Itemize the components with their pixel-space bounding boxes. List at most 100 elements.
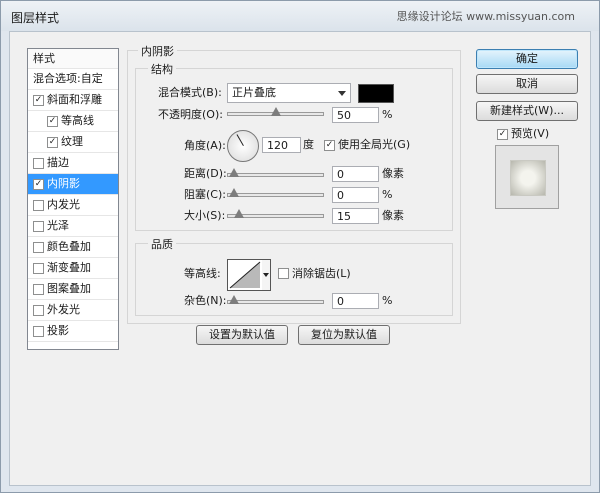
style-item-label: 光泽 [47,219,69,232]
reset-default-button[interactable]: 复位为默认值 [298,325,390,345]
antialias-label[interactable]: 消除锯齿(L) [292,265,351,283]
style-item-checkbox[interactable] [33,221,44,232]
style-item-checkbox[interactable] [33,305,44,316]
style-item-checkbox[interactable] [33,326,44,337]
style-item-checkbox[interactable] [33,200,44,211]
make-default-button[interactable]: 设置为默认值 [196,325,288,345]
style-item-label: 外发光 [47,303,80,316]
distance-slider-thumb[interactable] [229,168,239,177]
style-item[interactable]: 图案叠加 [28,279,118,300]
chevron-down-icon [263,273,269,277]
styles-list: 样式 混合选项:自定 ✓ 斜面和浮雕 ✓ 等高线 ✓ 纹理 描边 ✓ 内阴影 内发光 光泽 颜色叠加 渐变… [27,48,119,350]
style-item[interactable]: 描边 [28,153,118,174]
distance-unit: 像素 [382,167,404,180]
angle-needle [236,134,244,146]
choke-unit: % [382,188,393,201]
contour-picker[interactable] [227,259,263,291]
style-item[interactable]: 颜色叠加 [28,237,118,258]
size-unit: 像素 [382,209,404,222]
antialias-checkbox[interactable] [278,268,289,279]
preview-checkbox[interactable]: ✓ [497,129,508,140]
ok-button[interactable]: 确定 [476,49,578,69]
style-item[interactable]: 光泽 [28,216,118,237]
distance-input[interactable]: 0 [332,166,379,182]
blend-mode-label: 混合模式(B): [158,86,222,99]
opacity-input[interactable]: 50 [332,107,379,123]
preview-swatch [510,160,546,196]
opacity-unit: % [382,108,393,121]
inner-shadow-title: 内阴影 [138,43,177,59]
noise-unit: % [382,294,393,307]
styles-list-header[interactable]: 样式 [28,49,118,69]
style-item[interactable]: ✓ 内阴影 [28,174,118,195]
size-slider-thumb[interactable] [233,209,244,218]
style-item-label: 纹理 [61,135,83,148]
style-item-label: 内发光 [47,198,80,211]
distance-slider[interactable] [227,168,324,177]
style-item[interactable]: 渐变叠加 [28,258,118,279]
style-item[interactable]: 混合选项:自定 [28,69,118,90]
distance-label: 距离(D): [184,167,227,180]
new-style-button[interactable]: 新建样式(W)... [476,101,578,121]
size-value: 15 [337,210,351,223]
window-title: 图层样式 [11,11,60,25]
chevron-down-icon [338,91,346,96]
structure-title: 结构 [148,61,176,77]
style-item[interactable]: 投影 [28,321,118,342]
dialog-client-area: 样式 混合选项:自定 ✓ 斜面和浮雕 ✓ 等高线 ✓ 纹理 描边 ✓ 内阴影 内发光 光泽 颜色叠加 渐变… [9,31,591,486]
style-item[interactable]: 外发光 [28,300,118,321]
style-item-checkbox[interactable]: ✓ [33,95,44,106]
angle-input[interactable]: 120 [262,137,301,153]
style-item-label: 颜色叠加 [47,240,91,253]
shadow-color-swatch[interactable] [358,84,394,103]
blend-mode-select[interactable]: 正片叠底 [227,83,351,103]
contour-dropdown[interactable] [262,259,271,291]
choke-slider[interactable] [227,188,324,197]
style-item-checkbox[interactable] [33,158,44,169]
opacity-slider-thumb[interactable] [270,107,281,116]
noise-label: 杂色(N): [184,294,227,307]
global-light-checkbox[interactable]: ✓ [324,140,335,151]
watermark: 思缘设计论坛 www.missyuan.com [396,10,575,23]
style-item-label: 描边 [47,156,69,169]
layer-style-dialog: 图层样式 思缘设计论坛 www.missyuan.com 样式 混合选项:自定 ✓… [0,0,600,493]
style-item-checkbox[interactable] [33,242,44,253]
style-item[interactable]: ✓ 斜面和浮雕 [28,90,118,111]
style-item-label: 斜面和浮雕 [47,93,102,106]
choke-label: 阻塞(C): [184,188,226,201]
style-item-label: 混合选项:自定 [33,72,103,85]
preview-label[interactable]: 预览(V) [511,125,549,143]
noise-slider[interactable] [227,295,324,304]
distance-value: 0 [337,168,344,181]
style-item-checkbox[interactable] [33,263,44,274]
size-input[interactable]: 15 [332,208,379,224]
title-bar[interactable]: 图层样式 思缘设计论坛 www.missyuan.com [1,1,599,31]
style-item[interactable]: ✓ 纹理 [28,132,118,153]
choke-value: 0 [337,189,344,202]
style-item-checkbox[interactable] [33,284,44,295]
opacity-slider[interactable] [227,107,324,116]
angle-dial[interactable] [227,130,259,162]
angle-value: 120 [267,139,288,152]
styles-header-label: 样式 [33,52,55,65]
choke-slider-thumb[interactable] [229,188,239,197]
style-item-label: 图案叠加 [47,282,91,295]
style-preview-thumbnail [495,145,559,209]
angle-label: 角度(A): [184,139,226,152]
style-item-label: 渐变叠加 [47,261,91,274]
style-item-checkbox[interactable]: ✓ [47,116,58,127]
swatch-fill [359,85,393,102]
opacity-label: 不透明度(O): [158,108,223,121]
style-item-label: 内阴影 [47,177,80,190]
style-item[interactable]: ✓ 等高线 [28,111,118,132]
style-item[interactable]: 内发光 [28,195,118,216]
global-light-label[interactable]: 使用全局光(G) [338,136,410,154]
cancel-button[interactable]: 取消 [476,74,578,94]
style-item-checkbox[interactable]: ✓ [33,179,44,190]
noise-input[interactable]: 0 [332,293,379,309]
choke-input[interactable]: 0 [332,187,379,203]
noise-value: 0 [337,295,344,308]
noise-slider-thumb[interactable] [229,295,239,304]
size-slider[interactable] [227,209,324,218]
style-item-checkbox[interactable]: ✓ [47,137,58,148]
